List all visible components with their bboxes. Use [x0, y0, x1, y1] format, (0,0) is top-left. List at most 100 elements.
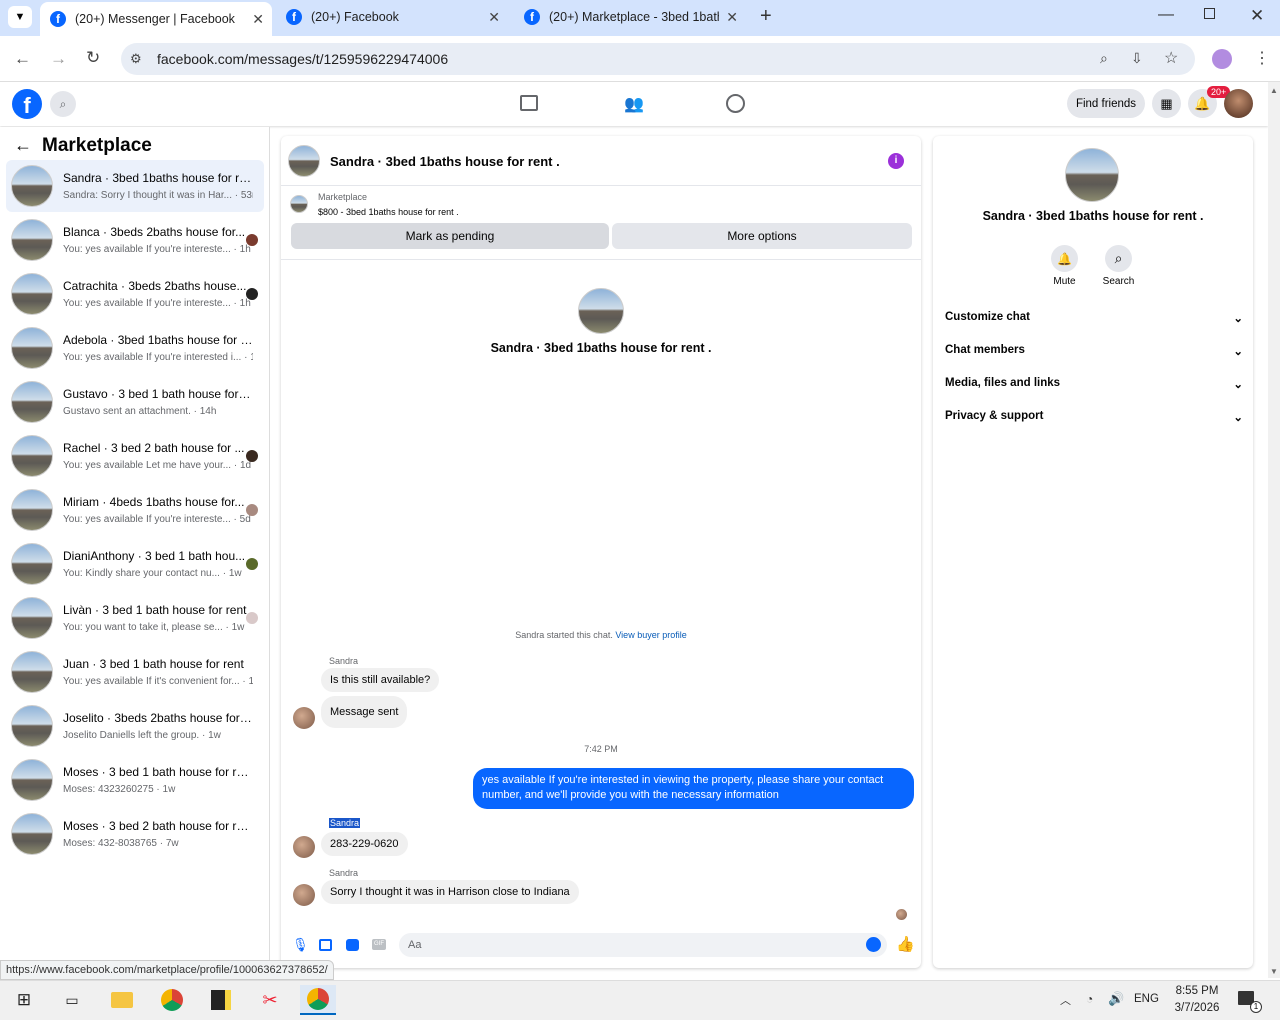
listing-title[interactable]: $800 - 3bed 1baths house for rent . [318, 207, 459, 217]
account-avatar[interactable] [1224, 89, 1253, 118]
find-friends-button[interactable]: Find friends [1067, 89, 1145, 118]
facebook-icon: f [524, 9, 540, 25]
profile-icon[interactable] [1212, 49, 1232, 69]
conversation-item[interactable]: Catrachita · 3beds 2baths house... You: y… [6, 268, 264, 320]
tab-search-button[interactable]: ▼ [8, 6, 32, 28]
view-buyer-profile-link[interactable]: View buyer profile [615, 630, 686, 640]
marketplace-title: Marketplace [42, 135, 152, 156]
sticker-icon[interactable] [346, 939, 359, 951]
back-arrow-icon[interactable]: ← [14, 135, 32, 156]
close-window-button[interactable]: ✕ [1250, 6, 1264, 26]
message-bubble[interactable]: 283-229-0620 [321, 832, 408, 856]
outgoing-message-bubble[interactable]: yes available If you're interested in vi… [473, 768, 914, 809]
language-indicator[interactable]: ENG [1134, 993, 1159, 1005]
conversation-item[interactable]: Juan · 3 bed 1 bath house for rent You: y… [6, 646, 264, 698]
info-icon[interactable]: i [888, 153, 904, 169]
reload-icon[interactable]: ↻ [86, 48, 100, 68]
conversation-item[interactable]: Rachel · 3 bed 2 bath house for ... You: … [6, 430, 264, 482]
chevron-up-icon[interactable]: ︿ [1060, 992, 1071, 1008]
conversation-item[interactable]: Miriam · 4beds 1baths house for... You: y… [6, 484, 264, 536]
microphone-icon[interactable]: 🎙 [292, 937, 309, 953]
like-thumb-icon[interactable]: 👍 [896, 935, 915, 953]
read-receipt-avatar [896, 909, 907, 920]
site-settings-icon[interactable]: ⚙ [130, 51, 142, 67]
snipping-tool-icon[interactable]: ✂ [252, 985, 288, 1015]
forward-icon[interactable]: → [50, 49, 67, 69]
mark-pending-button[interactable]: Mark as pending [291, 223, 609, 249]
message-bubble[interactable]: Sorry I thought it was in Harrison close… [321, 880, 579, 904]
chat-header-avatar[interactable] [288, 145, 320, 177]
sender-avatar[interactable] [293, 836, 315, 858]
message-bubble[interactable]: Is this still available? [321, 668, 440, 692]
customize-chat-section[interactable]: Customize chat ⌄ [945, 311, 1243, 325]
gif-icon[interactable]: GIF [372, 939, 386, 950]
zoom-icon[interactable]: ⌕ [1100, 50, 1108, 67]
search-icon[interactable]: ⌕ [1105, 245, 1132, 272]
minimize-button[interactable]: — [1158, 6, 1174, 24]
conversation-item[interactable]: Gustavo · 3 bed 1 bath house for r... Gus… [6, 376, 264, 428]
intro-avatar[interactable] [578, 288, 624, 334]
conversation-item[interactable]: Moses · 3 bed 1 bath house for rent Moses… [6, 754, 264, 806]
chat-members-section[interactable]: Chat members ⌄ [945, 344, 1243, 358]
chevron-down-icon: ⌄ [1233, 412, 1243, 424]
close-icon[interactable]: ✕ [252, 11, 264, 28]
wifi-icon[interactable]: ◔ [1086, 992, 1093, 1006]
listing-thumbnail [11, 813, 53, 855]
install-icon[interactable]: ⇩ [1131, 50, 1143, 67]
action-center-count: 1 [1250, 1001, 1262, 1013]
emoji-icon[interactable] [866, 937, 881, 952]
conversation-name: Sandra · 3bed 1baths house for re... [63, 171, 253, 185]
conversation-item[interactable]: Sandra · 3bed 1baths house for re... Sand… [6, 160, 264, 212]
close-icon[interactable]: ✕ [726, 9, 738, 26]
listing-thumbnail[interactable] [290, 195, 308, 213]
tab-marketplace[interactable]: f (20+) Marketplace - 3bed 1bath ✕ [514, 0, 746, 34]
apps-grid-icon[interactable]: ▦ [1152, 89, 1181, 118]
search-icon[interactable]: ⌕ [50, 91, 76, 117]
seen-avatar [246, 558, 258, 570]
notes-app-icon[interactable] [203, 985, 239, 1015]
clock-time[interactable]: 8:55 PM [1172, 985, 1222, 997]
message-bubble[interactable]: Message sent [321, 696, 408, 728]
new-tab-button[interactable]: + [760, 5, 772, 28]
chrome-icon[interactable] [154, 985, 190, 1015]
info-avatar[interactable] [1065, 148, 1119, 202]
close-icon[interactable]: ✕ [488, 9, 500, 26]
file-explorer-icon[interactable] [104, 985, 140, 1015]
conversation-item[interactable]: Blanca · 3beds 2baths house for... You: y… [6, 214, 264, 266]
chrome-profile-icon[interactable] [300, 985, 336, 1015]
conversation-item[interactable]: Adebola · 3bed 1baths house for r... You:… [6, 322, 264, 374]
friends-icon[interactable]: 👥 [624, 94, 644, 114]
home-icon[interactable] [520, 95, 538, 111]
task-view-icon[interactable]: ▭ [54, 985, 90, 1015]
more-options-button[interactable]: More options [612, 223, 912, 249]
photo-icon[interactable] [319, 939, 332, 951]
volume-icon[interactable]: 🔊 [1108, 991, 1124, 1007]
privacy-support-section[interactable]: Privacy & support ⌄ [945, 410, 1243, 424]
sender-avatar[interactable] [293, 884, 315, 906]
facebook-logo[interactable]: f [12, 89, 42, 119]
url-field[interactable]: facebook.com/messages/t/1259596229474006 [121, 43, 1195, 75]
clock-date[interactable]: 3/7/2026 [1170, 1002, 1224, 1014]
chat-title[interactable]: Sandra · 3bed 1baths house for rent . [330, 154, 560, 169]
windows-start-icon[interactable]: ⊞ [6, 985, 42, 1015]
menu-icon[interactable]: ⋮ [1254, 48, 1270, 68]
mute-bell-icon[interactable]: 🔔 [1051, 245, 1078, 272]
bookmark-star-icon[interactable]: ☆ [1164, 48, 1178, 68]
sender-avatar[interactable] [293, 707, 315, 729]
conversation-name: Miriam · 4beds 1baths house for... [63, 495, 245, 509]
conversation-item[interactable]: DianiAnthony · 3 bed 1 bath hou... You: K… [6, 538, 264, 590]
conversation-item[interactable]: Livàn · 3 bed 1 bath house for rent You: … [6, 592, 264, 644]
tab-messenger[interactable]: f (20+) Messenger | Facebook ✕ [40, 2, 272, 36]
message-sender: Sandra [329, 818, 361, 828]
page-scrollbar[interactable]: ▲ ▼ [1268, 82, 1280, 978]
conversation-preview: You: yes available If you're intereste..… [63, 514, 251, 525]
chat-panel: Sandra · 3bed 1baths house for rent . i … [281, 136, 921, 968]
conversation-item[interactable]: Moses · 3 bed 2 bath house for rent Moses… [6, 808, 264, 860]
tab-facebook[interactable]: f (20+) Facebook ✕ [276, 0, 508, 34]
message-input[interactable]: Aa [399, 933, 887, 957]
media-files-section[interactable]: Media, files and links ⌄ [945, 377, 1243, 391]
conversation-item[interactable]: Joselito · 3beds 2baths house for r... Jo… [6, 700, 264, 752]
groups-icon[interactable] [726, 94, 745, 113]
restore-button[interactable] [1204, 8, 1215, 19]
back-icon[interactable]: ← [14, 49, 31, 69]
